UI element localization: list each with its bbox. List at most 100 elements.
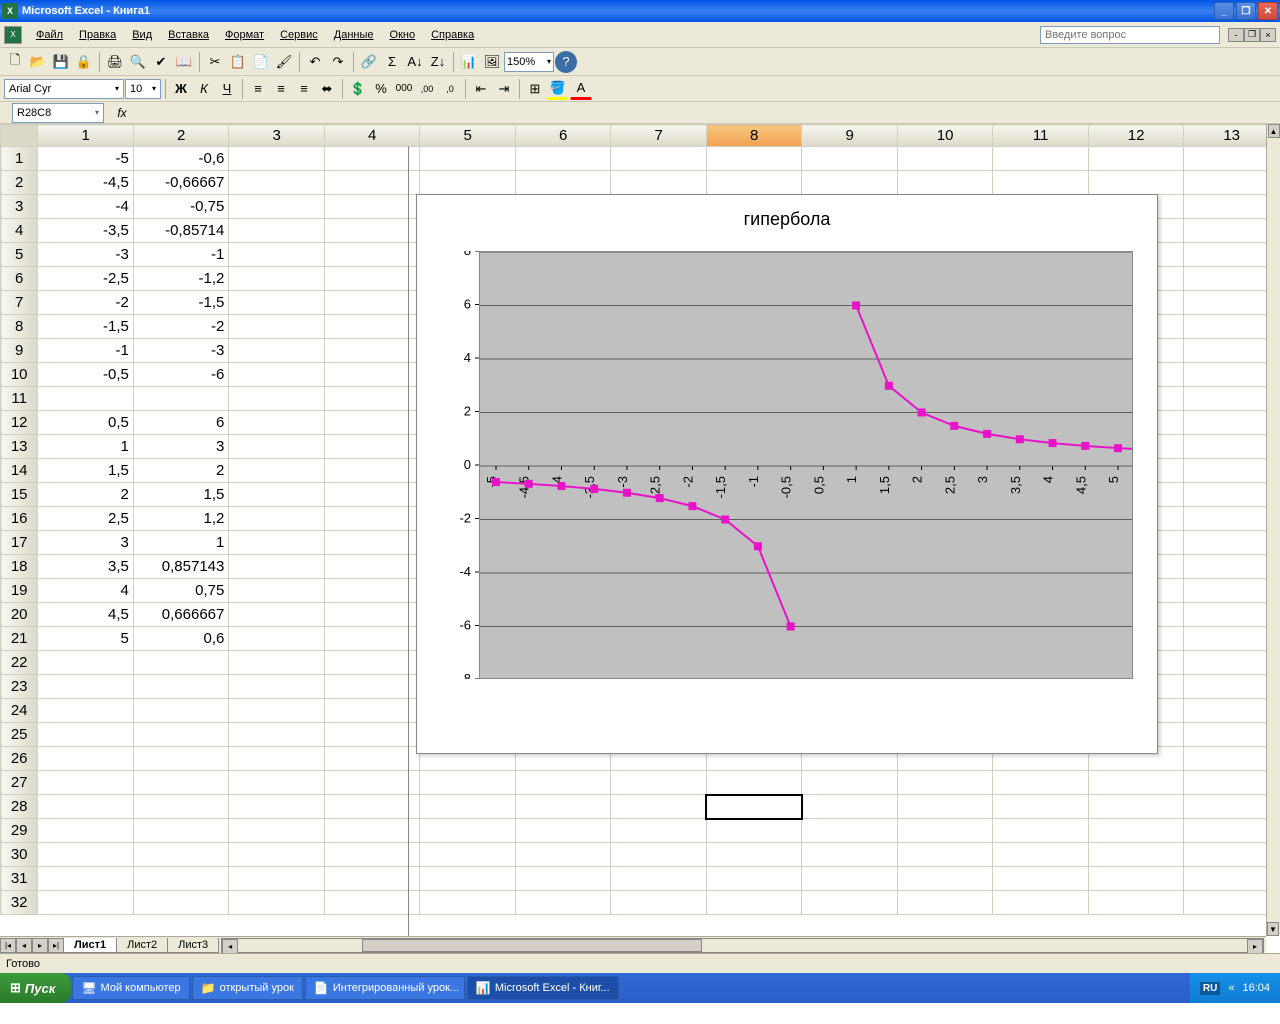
column-header[interactable]: 2 (133, 125, 229, 147)
cell[interactable] (420, 867, 516, 891)
cell[interactable] (133, 867, 229, 891)
cell[interactable] (229, 243, 325, 267)
cell[interactable] (324, 747, 420, 771)
save-icon[interactable]: 💾 (50, 51, 72, 73)
tab-nav-last-icon[interactable]: ▸| (48, 938, 64, 953)
cell[interactable] (229, 315, 325, 339)
cell[interactable] (324, 555, 420, 579)
cell[interactable] (993, 819, 1089, 843)
cell[interactable] (802, 147, 898, 171)
scroll-thumb[interactable] (362, 939, 702, 952)
cell[interactable]: 4 (38, 579, 134, 603)
menu-format[interactable]: Формат (217, 27, 272, 43)
row-header[interactable]: 32 (1, 891, 38, 915)
cell[interactable] (324, 339, 420, 363)
cell[interactable] (993, 867, 1089, 891)
tray-chevron-icon[interactable]: « (1228, 982, 1234, 994)
fill-color-icon[interactable]: 🪣 (547, 78, 569, 100)
cell[interactable] (38, 699, 134, 723)
cell[interactable] (324, 651, 420, 675)
cell[interactable] (1088, 147, 1184, 171)
cell[interactable] (1088, 771, 1184, 795)
taskbar-item[interactable]: 📄Интегрированный урок... (305, 976, 465, 1000)
cell[interactable] (229, 291, 325, 315)
menu-file[interactable]: Файл (28, 27, 71, 43)
cell[interactable] (802, 867, 898, 891)
cell[interactable] (229, 507, 325, 531)
cell[interactable] (133, 699, 229, 723)
cell[interactable] (1088, 819, 1184, 843)
column-header[interactable]: 8 (706, 125, 802, 147)
row-header[interactable]: 27 (1, 771, 38, 795)
name-box[interactable]: R28C8 (12, 103, 104, 123)
menu-window[interactable]: Окно (382, 27, 424, 43)
restore-button[interactable]: ❐ (1236, 2, 1256, 20)
align-left-icon[interactable]: ≡ (247, 78, 269, 100)
cell[interactable] (611, 147, 707, 171)
cell[interactable] (420, 147, 516, 171)
cell[interactable] (229, 339, 325, 363)
cell[interactable]: -2 (133, 315, 229, 339)
tab-nav-prev-icon[interactable]: ◂ (16, 938, 32, 953)
row-header[interactable]: 29 (1, 819, 38, 843)
cell[interactable] (1088, 867, 1184, 891)
cell[interactable] (229, 867, 325, 891)
cell[interactable] (706, 771, 802, 795)
cell[interactable]: -0,6 (133, 147, 229, 171)
cell[interactable]: 2 (133, 459, 229, 483)
sort-desc-icon[interactable]: Z↓ (427, 51, 449, 73)
cell[interactable]: -3 (133, 339, 229, 363)
menu-view[interactable]: Вид (124, 27, 160, 43)
cell[interactable] (802, 171, 898, 195)
cell[interactable] (706, 819, 802, 843)
clock[interactable]: 16:04 (1242, 982, 1270, 994)
increase-decimal-icon[interactable]: ,00 (416, 78, 438, 100)
cell[interactable] (229, 147, 325, 171)
worksheet-area[interactable]: 123456789101112131-5-0,62-4,5-0,666673-4… (0, 124, 1280, 953)
cell[interactable] (229, 195, 325, 219)
cell[interactable]: -0,85714 (133, 219, 229, 243)
cell[interactable] (324, 267, 420, 291)
row-header[interactable]: 24 (1, 699, 38, 723)
cell[interactable]: -3 (38, 243, 134, 267)
row-header[interactable]: 26 (1, 747, 38, 771)
cell[interactable] (706, 171, 802, 195)
cell[interactable] (133, 651, 229, 675)
cell[interactable] (897, 171, 993, 195)
help-icon[interactable]: ? (555, 51, 577, 73)
cell[interactable] (993, 843, 1089, 867)
language-indicator[interactable]: RU (1200, 982, 1220, 995)
cell[interactable]: 4,5 (38, 603, 134, 627)
cell[interactable] (324, 435, 420, 459)
cell[interactable] (324, 171, 420, 195)
row-header[interactable]: 10 (1, 363, 38, 387)
row-header[interactable]: 16 (1, 507, 38, 531)
column-header[interactable]: 11 (993, 125, 1089, 147)
row-header[interactable]: 20 (1, 603, 38, 627)
row-header[interactable]: 17 (1, 531, 38, 555)
cell[interactable] (611, 795, 707, 819)
cell[interactable] (229, 171, 325, 195)
cell[interactable] (324, 411, 420, 435)
mdi-restore-button[interactable]: ❐ (1244, 28, 1260, 42)
cell[interactable] (993, 771, 1089, 795)
merge-center-icon[interactable]: ⬌ (316, 78, 338, 100)
cell[interactable]: 0,6 (133, 627, 229, 651)
scroll-down-icon[interactable]: ▼ (1267, 922, 1279, 936)
cell[interactable] (133, 819, 229, 843)
cell[interactable]: 0,857143 (133, 555, 229, 579)
cell[interactable]: -0,66667 (133, 171, 229, 195)
cell[interactable] (897, 795, 993, 819)
drawing-icon[interactable]: 🖼 (481, 51, 503, 73)
row-header[interactable]: 25 (1, 723, 38, 747)
cut-icon[interactable]: ✂ (204, 51, 226, 73)
row-header[interactable]: 21 (1, 627, 38, 651)
mdi-close-button[interactable]: × (1260, 28, 1276, 42)
row-header[interactable]: 14 (1, 459, 38, 483)
doc-icon[interactable]: X (4, 26, 22, 44)
cell[interactable] (324, 387, 420, 411)
cell[interactable] (515, 819, 611, 843)
sheet-tab[interactable]: Лист1 (63, 938, 117, 953)
cell[interactable] (38, 771, 134, 795)
cell[interactable] (229, 891, 325, 915)
